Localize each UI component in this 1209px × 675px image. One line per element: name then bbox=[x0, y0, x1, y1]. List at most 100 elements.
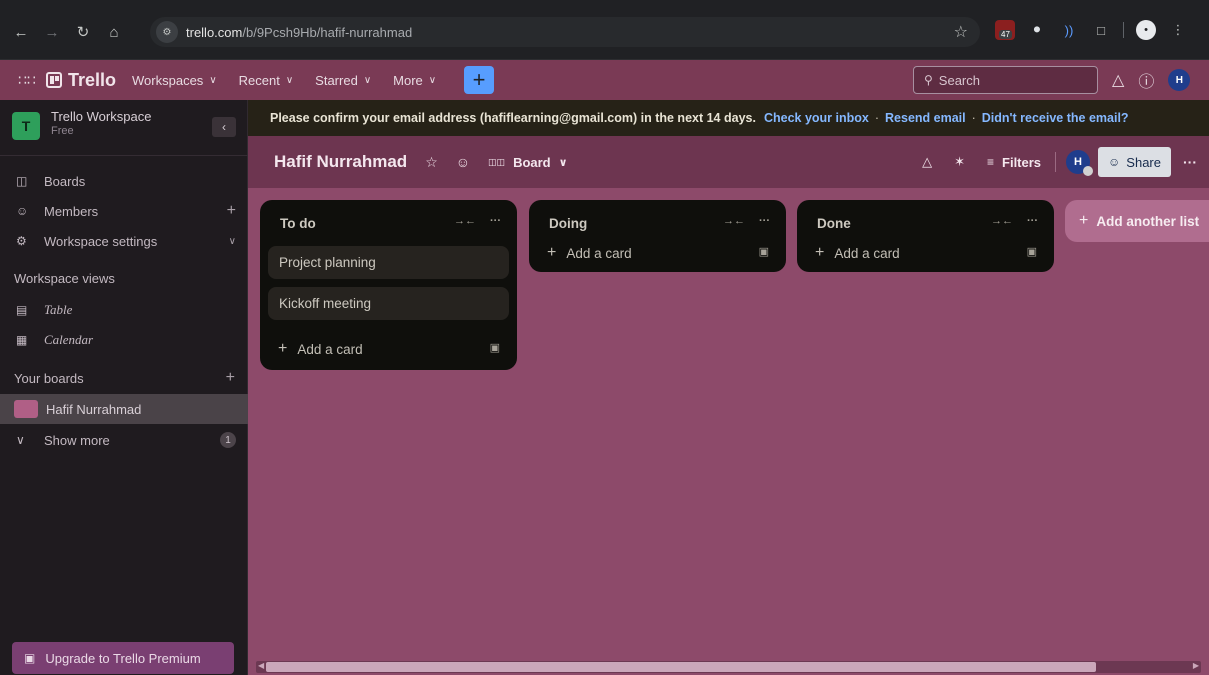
sidebar-board-hafif-nurrahmad[interactable]: Hafif Nurrahmad bbox=[0, 394, 248, 424]
show-more-button[interactable]: ∨ Show more 1 bbox=[0, 426, 248, 454]
sidebar-item-workspace-settings[interactable]: ⚙ Workspace settings ∨ bbox=[0, 227, 248, 255]
workspace-info: Trello Workspace Free bbox=[51, 109, 151, 137]
sidebar-item-boards[interactable]: ◫ Boards bbox=[0, 167, 248, 195]
members-icon: ☺ bbox=[16, 204, 29, 218]
extension-icon[interactable]: 47 bbox=[995, 20, 1015, 40]
board-canvas: Please confirm your email address (hafif… bbox=[248, 100, 1209, 675]
power-ups-icon[interactable]: △ bbox=[922, 154, 932, 170]
nav-workspaces[interactable]: Workspaces ∨ bbox=[132, 73, 217, 88]
board-view-label: Board bbox=[513, 154, 551, 170]
create-button[interactable]: + bbox=[464, 66, 495, 94]
scroll-left-arrow-icon[interactable]: ◀ bbox=[258, 661, 264, 670]
check-inbox-link[interactable]: Check your inbox bbox=[764, 111, 869, 125]
audio-extension-icon[interactable]: )) bbox=[1059, 20, 1079, 40]
filters-label: Filters bbox=[1002, 154, 1042, 170]
add-card-button[interactable]: + Add a card ▣ bbox=[797, 234, 1054, 272]
collapse-sidebar-button[interactable]: ‹ bbox=[212, 117, 236, 137]
chevron-down-icon: ∨ bbox=[285, 74, 294, 86]
board-view-icon: ◫◫ bbox=[488, 156, 506, 167]
account-avatar[interactable]: H bbox=[1168, 69, 1191, 91]
sidebar-item-members[interactable]: ☺ Members + bbox=[0, 197, 248, 225]
automation-icon[interactable]: ✶ bbox=[954, 154, 965, 170]
list-title[interactable]: Doing bbox=[549, 216, 587, 231]
resend-email-link[interactable]: Resend email bbox=[885, 111, 966, 125]
star-icon[interactable]: ☆ bbox=[425, 154, 438, 171]
chevron-down-icon: ∨ bbox=[558, 156, 568, 169]
sidebar-item-table[interactable]: ▤ Table bbox=[0, 296, 248, 324]
collapse-list-icon[interactable]: →← bbox=[991, 215, 1013, 227]
list-doing: Doing →← ··· + Add a card ▣ bbox=[529, 200, 786, 272]
trello-logo[interactable]: Trello bbox=[46, 70, 116, 91]
scrollbar-thumb[interactable] bbox=[266, 662, 1096, 672]
search-input[interactable]: ⚲ Search bbox=[913, 66, 1098, 94]
list-menu-icon[interactable]: ··· bbox=[490, 215, 501, 227]
filters-button[interactable]: ≡ Filters bbox=[987, 155, 1041, 170]
list-menu-icon[interactable]: ··· bbox=[1027, 215, 1038, 227]
address-bar[interactable]: ⚙ trello.com/b/9Pcsh9Hb/hafif-nurrahmad … bbox=[150, 17, 980, 47]
card[interactable]: Kickoff meeting bbox=[268, 287, 509, 320]
plus-icon: + bbox=[815, 244, 825, 261]
board-icon: ◫ bbox=[16, 174, 28, 188]
notifications-icon[interactable]: △ bbox=[1112, 70, 1124, 90]
extensions-area: 47 ⚫ )) □ • ⋮ bbox=[995, 20, 1188, 40]
back-arrow-icon[interactable]: ← bbox=[8, 19, 34, 45]
profile-avatar-icon[interactable]: • bbox=[1136, 20, 1156, 40]
forward-arrow-icon[interactable]: → bbox=[39, 19, 65, 45]
url-text[interactable]: trello.com/b/9Pcsh9Hb/hafif-nurrahmad bbox=[186, 25, 412, 40]
sidebar-item-label: Members bbox=[44, 203, 99, 219]
filter-icon: ≡ bbox=[987, 155, 995, 169]
collapse-list-icon[interactable]: →← bbox=[723, 215, 745, 227]
trello-logo-icon bbox=[46, 72, 62, 88]
list-to-do: To do →← ··· Project planning Kickoff me… bbox=[260, 200, 517, 370]
shield-extension-icon[interactable]: ⚫ bbox=[1027, 20, 1047, 40]
header-nav: Workspaces ∨ Recent ∨ Starred ∨ More ∨ + bbox=[132, 66, 495, 94]
list-title[interactable]: To do bbox=[280, 216, 316, 231]
board-view-switcher[interactable]: ◫◫ Board ∨ bbox=[488, 155, 568, 170]
add-another-list-button[interactable]: + Add another list bbox=[1065, 200, 1209, 242]
upgrade-premium-button[interactable]: ▣ Upgrade to Trello Premium bbox=[12, 642, 234, 674]
app-switcher-icon[interactable]: ∷∷ bbox=[18, 72, 40, 89]
board-member-avatar[interactable]: H bbox=[1066, 150, 1094, 176]
board-title[interactable]: Hafif Nurrahmad bbox=[274, 152, 407, 172]
card-title: Kickoff meeting bbox=[279, 296, 372, 311]
workspace-header: T Trello Workspace Free ‹ bbox=[12, 109, 236, 140]
list-title[interactable]: Done bbox=[817, 216, 851, 231]
show-more-label: Show more bbox=[44, 432, 110, 448]
nav-workspaces-label: Workspaces bbox=[132, 72, 204, 88]
nav-starred[interactable]: Starred ∨ bbox=[315, 73, 371, 88]
home-icon[interactable]: ⌂ bbox=[101, 19, 127, 45]
bookmark-star-icon[interactable]: ☆ bbox=[954, 22, 968, 42]
horizontal-scrollbar[interactable]: ◀ ▶ bbox=[256, 661, 1201, 673]
workspace-views-heading: Workspace views bbox=[14, 271, 115, 286]
template-icon[interactable]: ▣ bbox=[759, 245, 769, 258]
help-icon[interactable]: ⓘ bbox=[1138, 68, 1154, 92]
banner-separator: · bbox=[971, 111, 976, 125]
template-icon[interactable]: ▣ bbox=[490, 341, 500, 354]
add-member-icon[interactable]: + bbox=[227, 202, 236, 220]
add-card-button[interactable]: + Add a card ▣ bbox=[260, 328, 517, 370]
nav-recent-label: Recent bbox=[238, 72, 280, 88]
nav-more[interactable]: More ∨ bbox=[393, 73, 436, 88]
admin-badge-icon bbox=[1083, 166, 1094, 176]
create-board-button[interactable]: + bbox=[207, 364, 247, 392]
collapse-list-icon[interactable]: →← bbox=[454, 215, 476, 227]
share-button[interactable]: ☺ Share bbox=[1098, 147, 1171, 177]
sidebar-item-calendar[interactable]: ▦ Calendar bbox=[0, 326, 248, 354]
toolbar-separator bbox=[1123, 22, 1124, 38]
nav-recent[interactable]: Recent ∨ bbox=[239, 73, 294, 88]
template-icon[interactable]: ▣ bbox=[1027, 245, 1037, 258]
scroll-right-arrow-icon[interactable]: ▶ bbox=[1193, 661, 1199, 670]
kebab-menu-icon[interactable]: ⋮ bbox=[1168, 20, 1188, 40]
card[interactable]: Project planning bbox=[268, 246, 509, 279]
board-menu-icon[interactable]: ··· bbox=[1183, 154, 1197, 170]
nav-more-label: More bbox=[393, 72, 423, 88]
search-placeholder: Search bbox=[938, 72, 980, 88]
didnt-receive-email-link[interactable]: Didn't receive the email? bbox=[982, 111, 1129, 125]
site-info-icon[interactable]: ⚙ bbox=[156, 21, 178, 43]
visibility-icon[interactable]: ☺ bbox=[456, 154, 470, 170]
reload-icon[interactable]: ↻ bbox=[70, 19, 96, 45]
add-card-button[interactable]: + Add a card ▣ bbox=[529, 234, 786, 272]
list-menu-icon[interactable]: ··· bbox=[759, 215, 770, 227]
puzzle-extensions-icon[interactable]: □ bbox=[1091, 20, 1111, 40]
chevron-down-icon: ∨ bbox=[363, 74, 372, 86]
